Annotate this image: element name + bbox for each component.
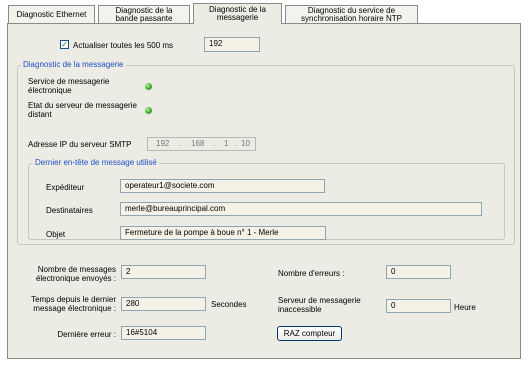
remote-server-status-led [145,107,152,114]
tab-ntp-diagnostic[interactable]: Diagnostic du service de synchronisation… [285,5,418,23]
last-error-field: 16#5104 [121,326,206,340]
remote-server-label: Etat du serveur de messagerie distant [28,101,137,119]
reset-counter-button[interactable]: RAZ compteur [277,326,342,341]
server-unreachable-field: 0 [386,299,451,313]
tab-bandwidth-diagnostic[interactable]: Diagnostic de la bande passante [98,5,190,23]
sent-count-label: Nombre de messages électronique envoyés … [35,265,116,283]
error-count-field: 0 [386,265,451,279]
recipients-field: merle@bureauprincipal.com [120,202,482,216]
messaging-diagnostic-panel: ✓ Actualiser toutes les 500 ms 192 Diagn… [7,23,521,359]
messaging-diagnostic-legend: Diagnostic de la messagerie [21,60,126,70]
ip-octet-3: 1 [224,139,229,148]
tab-ethernet-diagnostic[interactable]: Diagnostic Ethernet [8,5,95,23]
sender-label: Expéditeur [46,183,85,192]
ip-separator: . [178,139,181,148]
time-since-label: Temps depuis le dernier message électron… [31,295,116,313]
hour-unit-label: Heure [454,303,476,312]
ip-octet-2: 168 [191,139,205,148]
ip-octet-1: 192 [156,139,170,148]
refresh-counter-field: 192 [204,37,260,52]
sender-field: operateur1@societe.com [120,179,325,193]
mail-service-status-led [145,83,152,90]
seconds-unit-label: Secondes [211,300,247,309]
tab-messaging-diagnostic[interactable]: Diagnostic de la messagerie [193,3,282,24]
time-since-field: 280 [121,297,206,311]
ip-octet-4: 10 [241,139,250,148]
smtp-ip-field: 192 . 168 . 1 . 10 [147,137,256,151]
last-header-legend: Dernier en-tête de message utilisé [33,158,159,168]
ip-separator: . [234,139,237,148]
smtp-ip-label: Adresse IP du serveur SMTP [28,140,132,149]
sent-count-field: 2 [121,265,206,279]
subject-label: Objet [46,230,66,239]
recipients-label: Destinataires [46,206,93,215]
mail-service-label: Service de messagerie électronique [28,77,110,95]
ip-separator: . [213,139,216,148]
last-error-label: Dernière erreur : [57,330,116,339]
refresh-checkbox[interactable]: ✓ [60,40,69,49]
refresh-checkbox-label: Actualiser toutes les 500 ms [73,41,174,50]
server-unreachable-label: Serveur de messagerie inaccessible [278,296,361,314]
error-count-label: Nombre d'erreurs : [278,269,345,278]
subject-field: Fermeture de la pompe à boue n° 1 - Merl… [120,226,326,240]
